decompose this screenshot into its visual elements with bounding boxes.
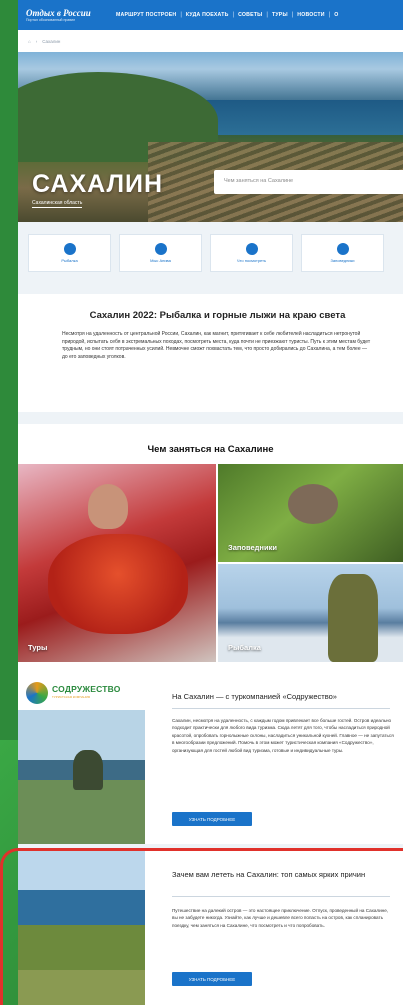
tile-label: Рыбалка <box>228 643 261 652</box>
breadcrumb: ⌂ › Сахалин <box>18 30 403 52</box>
nav-item-route[interactable]: МАРШРУТ ПОСТРОЕН <box>116 12 176 18</box>
hero-search-input[interactable]: Чем заняться на Сахалине <box>214 170 403 194</box>
breadcrumb-current: Сахалин <box>42 38 61 44</box>
page: Отдых в России Портал обоснованный прави… <box>18 0 403 1005</box>
nav-separator: | <box>180 12 182 18</box>
site-header: Отдых в России Портал обоснованный прави… <box>18 0 403 30</box>
category-card-reserves[interactable]: Заповедники <box>301 234 384 272</box>
activities-section: Чем заняться на Сахалине Туры Заповедник… <box>18 424 403 687</box>
tour-title[interactable]: На Сахалин — с туркомпанией «Содружество… <box>172 692 337 701</box>
tile-label: Заповедники <box>228 543 277 552</box>
intro-title: Сахалин 2022: Рыбалка и горные лыжи на к… <box>89 310 346 321</box>
home-icon[interactable]: ⌂ <box>28 39 31 44</box>
tile-label: Туры <box>28 643 48 652</box>
intro-section: Сахалин 2022: Рыбалка и горные лыжи на к… <box>18 294 403 412</box>
nav-item-tips[interactable]: СОВЕТЫ <box>238 12 262 18</box>
activities-title: Чем заняться на Сахалине <box>147 444 274 455</box>
activity-tile-tours[interactable]: Туры <box>18 464 216 662</box>
tour-photo-rock <box>73 750 103 790</box>
tour-text: Путешествие на далекий остров — это наст… <box>172 908 389 928</box>
tour-image: СОДРУЖЕСТВО ТУРИСТСКАЯ КОМПАНИЯ <box>18 670 145 844</box>
nav-separator: | <box>266 12 268 18</box>
category-label: Что посмотреть <box>236 258 267 263</box>
tour-divider <box>172 708 390 709</box>
activity-tile-fishing[interactable]: Рыбалка <box>218 564 403 662</box>
brand-mark-icon <box>26 682 48 704</box>
category-card-sights[interactable]: Что посмотреть <box>210 234 293 272</box>
tour-image <box>18 850 145 1005</box>
mountain-icon <box>336 243 349 255</box>
fishing-icon <box>63 243 76 255</box>
lighthouse-icon <box>154 243 167 255</box>
category-card-aniva[interactable]: Мыс Анива <box>119 234 202 272</box>
camera-icon <box>245 243 258 255</box>
brand-name: СОДРУЖЕСТВО <box>52 684 121 694</box>
learn-more-button[interactable]: УЗНАТЬ ПОДРОБНЕЕ <box>172 972 252 986</box>
brand-tagline: ТУРИСТСКАЯ КОМПАНИЯ <box>52 695 90 699</box>
nav-separator: | <box>328 12 331 18</box>
intro-text: Несмотря на удаленность от центральной Р… <box>62 331 371 360</box>
tour-title[interactable]: Зачем вам лететь на Сахалин: топ самых я… <box>172 870 387 879</box>
category-label: Рыбалка <box>61 258 78 263</box>
nav-item-more[interactable]: О <box>334 12 338 18</box>
nav-item-tours[interactable]: ТУРЫ <box>272 12 288 18</box>
learn-more-button[interactable]: УЗНАТЬ ПОДРОБНЕЕ <box>172 812 252 826</box>
nav-item-where[interactable]: КУДА ПОЕХАТЬ <box>186 12 229 18</box>
main-nav: МАРШРУТ ПОСТРОЕН | КУДА ПОЕХАТЬ | СОВЕТЫ… <box>116 12 338 18</box>
brand-logo: СОДРУЖЕСТВО ТУРИСТСКАЯ КОМПАНИЯ <box>26 680 141 708</box>
tile-photo-crab <box>48 534 188 634</box>
tour-card: Зачем вам лететь на Сахалин: топ самых я… <box>18 850 403 1005</box>
category-cards: Рыбалка Мыс Анива Что посмотреть Заповед… <box>18 222 403 294</box>
category-label: Мыс Анива <box>150 258 171 263</box>
site-logo[interactable]: Отдых в России Портал обоснованный прави… <box>26 8 116 23</box>
logo-tagline: Портал обоснованный правил <box>26 17 76 22</box>
nav-item-news[interactable]: НОВОСТИ <box>297 12 324 18</box>
tile-photo-bird <box>288 484 338 524</box>
tour-divider <box>172 896 390 897</box>
breadcrumb-separator: › <box>35 38 38 44</box>
category-card-fishing[interactable]: Рыбалка <box>28 234 111 272</box>
logo-title: Отдых в России <box>26 7 91 18</box>
hero-title: САХАЛИН <box>32 170 164 198</box>
nav-separator: | <box>291 12 294 18</box>
tile-photo-fisherman <box>328 574 378 662</box>
hero-banner: САХАЛИН Сахалинская область Чем заняться… <box>18 52 403 222</box>
tour-card: СОДРУЖЕСТВО ТУРИСТСКАЯ КОМПАНИЯ На Сахал… <box>18 670 403 844</box>
hero-region-link[interactable]: Сахалинская область <box>32 200 83 208</box>
category-label: Заповедники <box>330 258 355 263</box>
tour-text: Сахалин, несмотря на удаленность, с кажд… <box>172 718 394 753</box>
tile-photo-person <box>88 484 128 529</box>
activity-tile-reserves[interactable]: Заповедники <box>218 464 403 562</box>
nav-separator: | <box>232 12 235 18</box>
